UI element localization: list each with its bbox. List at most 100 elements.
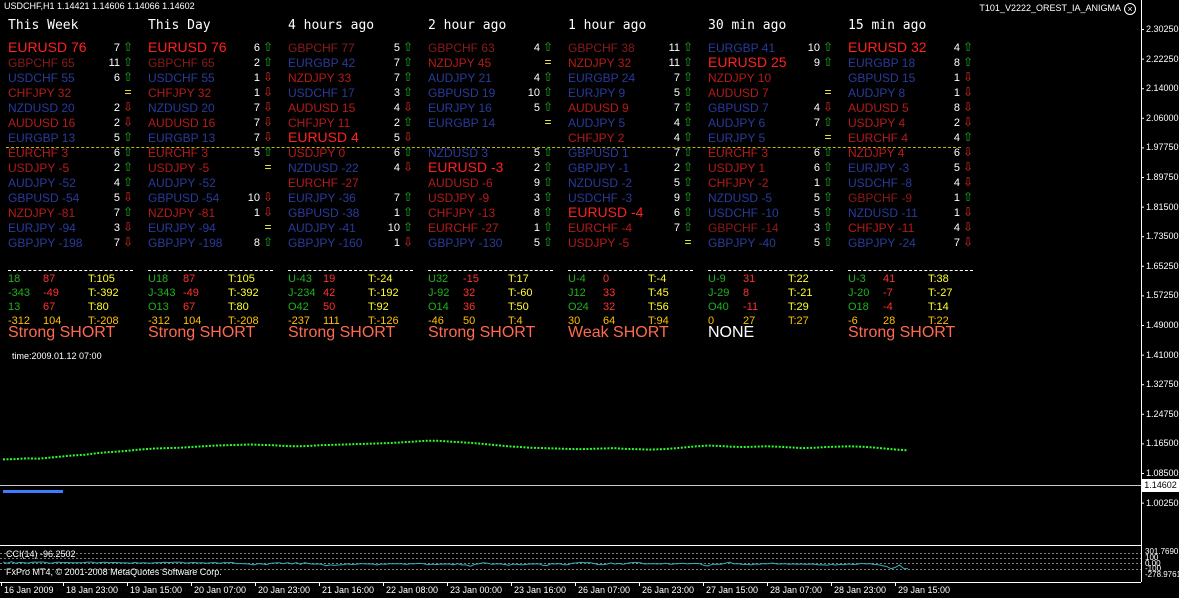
arrow-down-icon: ⇩: [123, 190, 134, 204]
currency-count: 6: [253, 42, 260, 54]
currency-name: EURCHF 3: [8, 146, 69, 160]
currency-count: 7: [953, 237, 960, 249]
currency-name: USDJPY 0: [288, 146, 346, 160]
currency-count: 6: [113, 72, 120, 84]
equal-icon: =: [544, 115, 552, 129]
stat-value: T:14: [928, 301, 949, 313]
currency-count: 7: [813, 117, 820, 129]
currency-row: EURCHF 3 5 ⇧: [148, 145, 288, 161]
currency-name: USDCHF -10: [708, 206, 779, 220]
arrow-up-icon: ⇧: [823, 175, 834, 189]
price-tick: 1.97750: [1146, 142, 1179, 153]
currency-row: GBPUSD 1 7 ⇧: [568, 145, 708, 161]
arrow-up-icon: ⇧: [543, 205, 554, 219]
currency-count: 6: [673, 207, 680, 219]
arrow-up-icon: ⇧: [123, 175, 134, 189]
currency-row: NZDUSD -5 5 ⇧: [708, 190, 848, 206]
panel-title: 15 min ago: [848, 18, 927, 33]
stat-value: T:-21: [788, 287, 813, 299]
signal-label: Strong SHORT: [848, 324, 956, 341]
arrow-up-icon: ⇧: [543, 160, 554, 174]
stat-value: 32: [603, 301, 616, 313]
arrow-up-icon: ⇧: [263, 235, 274, 249]
currency-count: 4: [813, 102, 820, 114]
currency-count: 5: [673, 87, 680, 99]
currency-name: NZDUSD -2: [568, 176, 633, 190]
currency-name: AUDJPY -52: [148, 176, 216, 190]
currency-count: 2: [113, 117, 120, 129]
currency-row: AUDJPY -52 4 ⇧: [8, 175, 148, 191]
stat-value: T:105: [88, 273, 115, 285]
currency-row: AUDUSD -6 9 ⇧: [428, 175, 568, 191]
currency-count: 10: [527, 87, 540, 99]
stat-value: T:-24: [368, 273, 393, 285]
panel-4: 1 hour ago GBPCHF 38 11 ⇧ NZDJPY 32 11 ⇧ EURGBP…: [568, 17, 708, 341]
currency-name: EURJPY -36: [288, 191, 356, 205]
stat-value: U32: [428, 273, 449, 285]
currency-name: EURJPY -3: [848, 161, 910, 175]
panel-6: 15 min ago EURUSD 32 4 ⇧ EURGBP 18 8 ⇧ GBPUSD 1…: [848, 17, 988, 341]
arrow-up-icon: ⇧: [543, 235, 554, 249]
indicator-name: T101_V2222_OREST_IA_ANIGMA: [979, 3, 1121, 13]
arrow-down-icon: ⇩: [823, 100, 834, 114]
currency-name: NZDUSD -11: [848, 206, 918, 220]
time-tick: 18 Jan 23:00: [66, 585, 119, 595]
currency-row: USDJPY -5 =: [148, 160, 288, 176]
currency-count: 1: [253, 87, 260, 99]
currency-row: EURCHF -4 7 ⇧: [568, 220, 708, 236]
currency-row: [428, 131, 568, 146]
arrow-up-icon: ⇧: [683, 100, 694, 114]
currency-count: 4: [673, 117, 680, 129]
stat-value: J-92: [428, 287, 450, 299]
stat-value: -11: [743, 301, 759, 313]
currency-name: GBPJPY -198: [8, 236, 83, 250]
currency-name: EURCHF -27: [288, 176, 359, 190]
currency-row: AUDJPY 6 7 ⇧: [708, 115, 848, 131]
arrow-down-icon: ⇩: [123, 235, 134, 249]
currency-row: EURGBP 24 7 ⇧: [568, 70, 708, 86]
stat-value: -343: [8, 287, 31, 299]
arrow-up-icon: ⇧: [963, 130, 974, 144]
time-tick: 20 Jan 23:00: [258, 585, 311, 595]
currency-count: 7: [113, 207, 120, 219]
currency-name: GBPUSD -54: [148, 191, 220, 205]
close-indicator-button[interactable]: ×: [1124, 3, 1136, 15]
arrow-up-icon: ⇧: [543, 100, 554, 114]
currency-count: 4: [953, 177, 960, 189]
currency-count: 1: [953, 207, 960, 219]
stat-value: O42: [288, 301, 309, 313]
currency-row: USDCHF 17 3 ⇧: [288, 85, 428, 101]
currency-name: NZDJPY -81: [148, 206, 216, 220]
currency-name: GBPCHF 38: [568, 41, 635, 55]
currency-name: EURGBP 14: [428, 116, 496, 130]
currency-name: GBPJPY -130: [428, 236, 503, 250]
currency-name: CHFJPY -2: [708, 176, 769, 190]
arrow-up-icon: ⇧: [123, 40, 134, 54]
stat-value: T:80: [228, 301, 249, 313]
currency-count: 2: [393, 117, 400, 129]
arrow-up-icon: ⇧: [403, 115, 414, 129]
currency-row: GBPCHF 65 11 ⇧: [8, 55, 148, 71]
current-price-badge: 1.14602: [1142, 479, 1179, 492]
currency-row: NZDUSD -11 1 ⇩: [848, 205, 988, 221]
stat-value: 32: [463, 287, 476, 299]
stat-value: T:17: [508, 273, 529, 285]
currency-count: 2: [113, 102, 120, 114]
currency-row: GBPJPY -40 5 ⇧: [708, 235, 848, 251]
price-tick: 1.08500: [1146, 468, 1179, 478]
currency-count: 10: [247, 192, 260, 204]
currency-row: EURGBP 42 7 ⇧: [288, 55, 428, 71]
equal-icon: =: [824, 85, 832, 99]
currency-count: 1: [393, 207, 400, 219]
currency-count: 7: [673, 102, 680, 114]
metatrader-chart-window: USDCHF,H1 1.14421 1.14606 1.14066 1.1460…: [0, 0, 1179, 598]
currency-count: 2: [253, 57, 260, 69]
arrow-down-icon: ⇩: [963, 100, 974, 114]
panel-divider: [568, 270, 693, 271]
currency-name: GBPUSD -38: [288, 206, 360, 220]
currency-name: NZDUSD 3: [428, 146, 489, 160]
currency-row: AUDUSD 16 7 ⇩: [148, 115, 288, 131]
arrow-up-icon: ⇧: [403, 85, 414, 99]
arrow-up-icon: ⇧: [683, 55, 694, 69]
currency-row: EURCHF 3 6 ⇧: [8, 145, 148, 161]
